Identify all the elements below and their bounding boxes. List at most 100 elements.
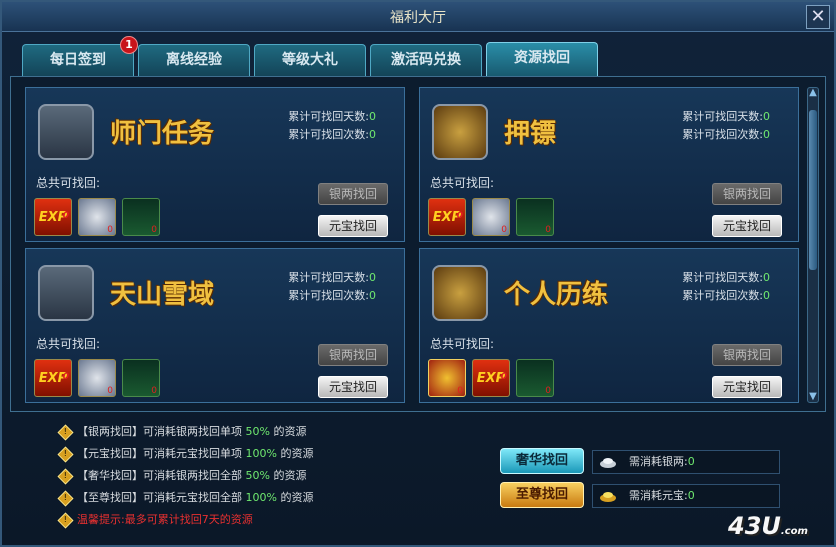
silver-recover-button[interactable]: 银两找回 (712, 183, 782, 205)
recoverable-days: 累计可找回天数:0 (288, 269, 376, 285)
recoverable-times: 累计可找回次数:0 (288, 287, 376, 303)
tab-level-gift[interactable]: 等级大礼 (254, 44, 366, 76)
note-suffix: 的资源 (276, 491, 314, 504)
silver-item-icon[interactable]: 0 (78, 359, 116, 397)
silver-ingot-icon (600, 458, 616, 468)
recoverable-days: 累计可找回天数:0 (682, 269, 770, 285)
recovery-card-shimen: 师门任务 累计可找回天数:0 累计可找回次数:0 总共可找回: EXP 0 0 0 银两找… (25, 87, 405, 242)
silver-item-icon[interactable]: 0 (472, 198, 510, 236)
note-percent: 100% (245, 491, 277, 504)
item-count: 0 (501, 225, 507, 235)
title-bar[interactable]: 福利大厅 ✕ (2, 2, 834, 32)
scrollbar-thumb[interactable] (809, 110, 817, 270)
yuanbao-recover-button[interactable]: 元宝找回 (318, 376, 388, 398)
warning-icon: ! (57, 424, 74, 440)
times-value: 0 (369, 128, 376, 141)
times-value: 0 (763, 289, 770, 302)
orb-item-icon[interactable]: 0 (428, 359, 466, 397)
activity-name: 押镖 (504, 119, 557, 149)
scroll-bundle-icon (38, 104, 94, 160)
scroll-down-icon[interactable]: ▼ (806, 390, 820, 404)
silver-recover-button[interactable]: 银两找回 (712, 344, 782, 366)
luxury-cost-label: 需消耗银两: (629, 455, 688, 468)
scroll-up-icon[interactable]: ▲ (806, 86, 820, 100)
tab-offline-exp[interactable]: 离线经验 (138, 44, 250, 76)
note-percent: 100% (245, 447, 277, 460)
silver-recover-button[interactable]: 银两找回 (318, 183, 388, 205)
recoverable-times: 累计可找回次数:0 (682, 287, 770, 303)
silver-item-icon[interactable]: 0 (78, 198, 116, 236)
supreme-recover-button[interactable]: 至尊找回 (500, 482, 584, 508)
recoverable-times: 累计可找回次数:0 (682, 126, 770, 142)
exp-item-icon[interactable]: EXP 0 (34, 198, 72, 236)
item-count: 0 (500, 372, 507, 382)
days-value: 0 (369, 110, 376, 123)
yuanbao-recover-button[interactable]: 元宝找回 (712, 215, 782, 237)
recovery-card-escort: 押镖 累计可找回天数:0 累计可找回次数:0 总共可找回: EXP 0 0 0 银两找回 … (419, 87, 799, 242)
days-label: 累计可找回天数: (288, 110, 369, 123)
exp-item-icon[interactable]: EXP 0 (34, 359, 72, 397)
scroll-item-icon[interactable]: 0 (516, 198, 554, 236)
note-percent: 50% (245, 469, 270, 482)
days-value: 0 (369, 271, 376, 284)
warning-icon: ! (57, 490, 74, 506)
snow-mountain-icon (38, 265, 94, 321)
times-label: 累计可找回次数: (288, 128, 369, 141)
total-recoverable-label: 总共可找回: (430, 337, 495, 351)
close-button[interactable]: ✕ (806, 5, 830, 29)
scroll-item-icon[interactable]: 0 (122, 359, 160, 397)
luxury-cost-box: 需消耗银两:0 (592, 450, 780, 474)
tab-activation-code[interactable]: 激活码兑换 (370, 44, 482, 76)
logo-suffix: .com (780, 526, 808, 537)
note-suffix: 的资源 (269, 469, 307, 482)
scroll-item-icon[interactable]: 0 (516, 359, 554, 397)
scroll-item-icon[interactable]: 0 (122, 198, 160, 236)
tab-daily-signin[interactable]: 每日签到 (22, 44, 134, 76)
luxury-recover-button[interactable]: 奢华找回 (500, 448, 584, 474)
silver-recover-button[interactable]: 银两找回 (318, 344, 388, 366)
times-label: 累计可找回次数: (682, 289, 763, 302)
item-count: 0 (151, 225, 157, 235)
times-label: 累计可找回次数: (288, 289, 369, 302)
rule-note: ! 【银两找回】可消耗银两找回单项 50% 的资源 (57, 424, 307, 440)
luxury-cost-value: 0 (687, 455, 695, 468)
times-value: 0 (763, 128, 770, 141)
item-count: 0 (545, 386, 551, 396)
exp-item-icon[interactable]: EXP 0 (428, 198, 466, 236)
scrollbar[interactable]: ▲ ▼ (807, 87, 819, 403)
exp-item-icon[interactable]: EXP 0 (472, 359, 510, 397)
times-value: 0 (369, 289, 376, 302)
recovery-card-training: 个人历练 累计可找回天数:0 累计可找回次数:0 总共可找回: 0 EXP 0 0 银两找… (419, 248, 799, 403)
recovery-panel: 师门任务 累计可找回天数:0 累计可找回次数:0 总共可找回: EXP 0 0 0 银两找… (10, 76, 826, 412)
window-title: 福利大厅 (390, 10, 446, 26)
activity-name: 师门任务 (110, 119, 215, 149)
note-suffix: 的资源 (276, 447, 314, 460)
item-count: 0 (107, 225, 113, 235)
days-label: 累计可找回天数: (682, 271, 763, 284)
notification-badge: 1 (120, 36, 138, 54)
logo-text: 43U (728, 512, 781, 540)
note-suffix: 的资源 (269, 425, 307, 438)
supreme-cost-value: 0 (687, 489, 695, 502)
days-label: 累计可找回天数: (682, 110, 763, 123)
item-count: 0 (545, 225, 551, 235)
rule-note: ! 【元宝找回】可消耗元宝找回单项 100% 的资源 (57, 446, 314, 462)
site-logo: 43U.com (728, 512, 808, 540)
tab-resource-recovery[interactable]: 资源找回 (486, 42, 598, 76)
warning-icon: ! (57, 446, 74, 462)
yuanbao-recover-button[interactable]: 元宝找回 (712, 376, 782, 398)
days-value: 0 (763, 110, 770, 123)
item-count: 0 (107, 386, 113, 396)
tip-text: 温馨提示:最多可累计找回7天的资源 (77, 513, 253, 526)
times-label: 累计可找回次数: (682, 128, 763, 141)
activity-name: 个人历练 (504, 280, 609, 310)
total-recoverable-label: 总共可找回: (430, 176, 495, 190)
item-count: 0 (62, 211, 69, 221)
warning-icon: ! (57, 468, 74, 484)
total-recoverable-label: 总共可找回: (36, 337, 101, 351)
activity-name: 天山雪域 (110, 280, 215, 310)
recoverable-times: 累计可找回次数:0 (288, 126, 376, 142)
note-text: 【奢华找回】可消耗银两找回全部 (77, 469, 246, 482)
total-recoverable-label: 总共可找回: (36, 176, 101, 190)
yuanbao-recover-button[interactable]: 元宝找回 (318, 215, 388, 237)
